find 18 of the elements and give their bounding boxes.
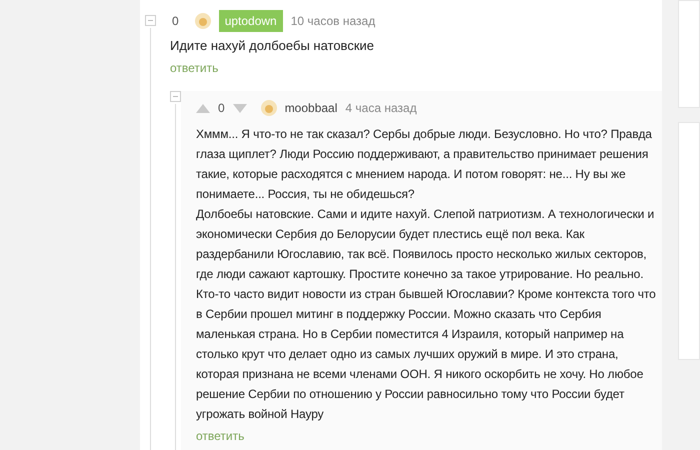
comment-rating: 0 bbox=[218, 100, 225, 117]
comment-text: Идите нахуй долбоебы натовские bbox=[170, 37, 376, 55]
reply-link[interactable]: ответить bbox=[170, 59, 218, 77]
author-link[interactable]: uptodown bbox=[218, 10, 283, 32]
avatar-icon bbox=[260, 100, 277, 116]
reply-link[interactable]: ответить bbox=[196, 427, 244, 445]
collapse-button[interactable] bbox=[145, 15, 156, 26]
collapse-button[interactable] bbox=[170, 91, 181, 102]
downvote-icon[interactable] bbox=[232, 104, 247, 112]
author-link[interactable]: moobbaal bbox=[284, 99, 338, 117]
comment-time: 10 часов назад bbox=[290, 13, 376, 30]
comment-rating: 0 bbox=[171, 13, 180, 30]
comment-text: Хммм... Я что-то не так сказал? Сербы добрые люди. Безусловно. Но что? Правда глаза щиплет? Люди Россию поддерживают, а правительство принимает решения такие, которые расходятся с мнением народа. И потом говорят: не... Ну вы же понимаете... Россия, ты не обидешься? Долбоебы натовские. Сами и идите нахуй. Слепой патриотизм. А технологически и экономически Сербия до Белорусии будет плестись ещё пол века. Как раздербанили Югославию, так всё. Появилось просто несколько жилых секторов, где люди сажают картошку. Простите конечно за такое утрирование. Но реально. Кто-то часто видит новости из стран бывшей Югославии? Кроме контекста того что в Сербии прошел митинг в поддержку России. Можно сказать что Сербия маленькая страна. Но в Сербии поместится 4 Израиля, который например на столько крут что делает одно из самых лучших оружий в мире. И это страна, которая признана не всеми членами ООН. Я никого оскорбить не хочу. Но любое решение Сербии по отношению у России равносильно тому что России будет угрожать войной Науру bbox=[196, 126, 657, 423]
avatar-icon bbox=[194, 13, 211, 29]
upvote-icon[interactable] bbox=[196, 104, 210, 112]
minus-icon bbox=[148, 20, 153, 21]
comment-time: 4 часа назад bbox=[345, 100, 417, 117]
minus-icon bbox=[173, 96, 178, 97]
